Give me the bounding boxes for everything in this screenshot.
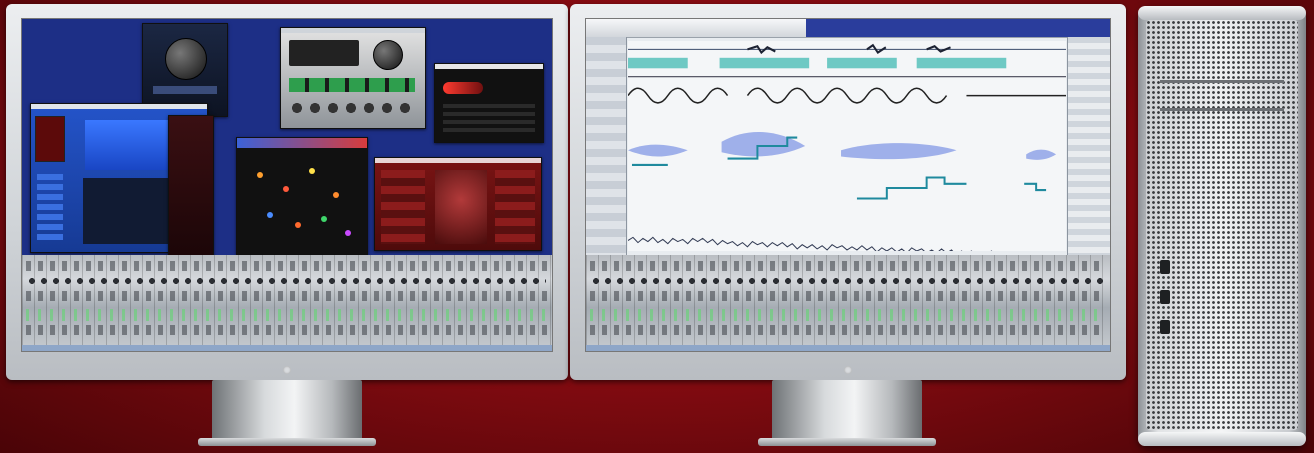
mixer-button-row[interactable] xyxy=(26,261,548,271)
right-monitor-stand xyxy=(758,380,936,446)
left-screen-plugins xyxy=(21,18,553,352)
plugin-window-scatter[interactable] xyxy=(236,137,368,255)
mixer-meter-row xyxy=(26,309,548,321)
waveform-lane-bottom xyxy=(627,236,1032,257)
left-monitor-stand xyxy=(198,380,376,446)
plugin-dot xyxy=(257,172,263,178)
optical-drive-slot[interactable] xyxy=(1160,80,1284,83)
daw-editor[interactable] xyxy=(627,41,1066,257)
plugin-center-display xyxy=(435,170,487,244)
plugin-meter-display xyxy=(289,40,359,66)
plugin-window-red[interactable] xyxy=(374,157,542,251)
mixer-footer xyxy=(22,345,552,351)
automation-curve[interactable] xyxy=(627,87,1066,104)
computer-tower xyxy=(1138,6,1306,446)
plugin-led-row xyxy=(289,78,415,92)
pitch-blob[interactable] xyxy=(841,143,957,160)
plugin-left-controls xyxy=(381,170,425,244)
plugin-titlebar xyxy=(31,104,207,109)
plugin-color-bar xyxy=(237,138,367,148)
plugin-dot xyxy=(345,230,351,236)
tower-grille xyxy=(1146,20,1298,430)
plugin-button-column[interactable] xyxy=(37,174,63,244)
clip[interactable] xyxy=(827,57,897,69)
plugin-titlebar xyxy=(281,28,425,33)
plugin-window-column[interactable] xyxy=(168,115,214,257)
plugin-dot xyxy=(295,222,301,228)
clip[interactable] xyxy=(916,57,1007,69)
mixer-knob-row[interactable] xyxy=(592,277,1104,285)
monitor-logo-icon xyxy=(283,366,291,374)
pitch-curve xyxy=(631,136,1047,200)
plugin-knob-row[interactable] xyxy=(289,100,415,116)
plugin-dial[interactable] xyxy=(165,38,207,80)
plugin-titlebar xyxy=(435,64,543,69)
clip[interactable] xyxy=(719,57,810,69)
plugin-dot xyxy=(321,216,327,222)
tower-top-handle xyxy=(1138,6,1306,20)
firewire-port-icon[interactable] xyxy=(1160,290,1170,304)
studio-product-scene xyxy=(0,0,1314,453)
optical-drive-slot[interactable] xyxy=(1160,108,1284,111)
plugin-controls xyxy=(443,104,535,134)
headphone-port-icon[interactable] xyxy=(1160,320,1170,334)
plugin-knob[interactable] xyxy=(373,40,403,70)
plugin-graph-curve xyxy=(443,82,483,94)
plugin-right-controls xyxy=(495,170,535,244)
daw-header-bar xyxy=(806,19,1110,37)
pitch-blob[interactable] xyxy=(628,144,688,157)
daw-window xyxy=(586,19,1110,351)
monitor-logo-icon xyxy=(844,366,852,374)
daw-editor-graphics xyxy=(627,43,1066,257)
mixer-console[interactable] xyxy=(586,255,1110,351)
plugin-control-bar xyxy=(153,86,217,94)
daw-track-list[interactable] xyxy=(586,37,627,255)
plugin-titlebar xyxy=(375,158,541,163)
right-screen-daw xyxy=(585,18,1111,352)
mixer-console[interactable] xyxy=(22,255,552,351)
plugin-window-red-graph[interactable] xyxy=(434,63,544,143)
plugin-red-display xyxy=(35,116,65,162)
mixer-fader-row[interactable] xyxy=(26,325,548,335)
usb-port-icon[interactable] xyxy=(1160,260,1170,274)
right-monitor xyxy=(570,4,1126,380)
mixer-button-row[interactable] xyxy=(26,291,548,301)
mixer-footer xyxy=(586,345,1110,351)
plugin-dot xyxy=(309,168,315,174)
plugin-window-silver[interactable] xyxy=(280,27,426,129)
mixer-button-row[interactable] xyxy=(590,291,1106,301)
left-monitor xyxy=(6,4,568,380)
plugin-dot xyxy=(333,192,339,198)
mixer-fader-row[interactable] xyxy=(590,325,1106,335)
tower-bottom-handle xyxy=(1138,432,1306,446)
clip[interactable] xyxy=(628,57,688,69)
mixer-meter-row xyxy=(590,309,1106,321)
mixer-knob-row[interactable] xyxy=(28,277,546,285)
daw-inspector-panel[interactable] xyxy=(1067,37,1110,255)
pitch-blob[interactable] xyxy=(721,131,806,157)
mixer-button-row[interactable] xyxy=(590,261,1106,271)
plugin-dot xyxy=(267,212,273,218)
plugin-dot xyxy=(283,186,289,192)
pitch-blob[interactable] xyxy=(1026,149,1057,160)
